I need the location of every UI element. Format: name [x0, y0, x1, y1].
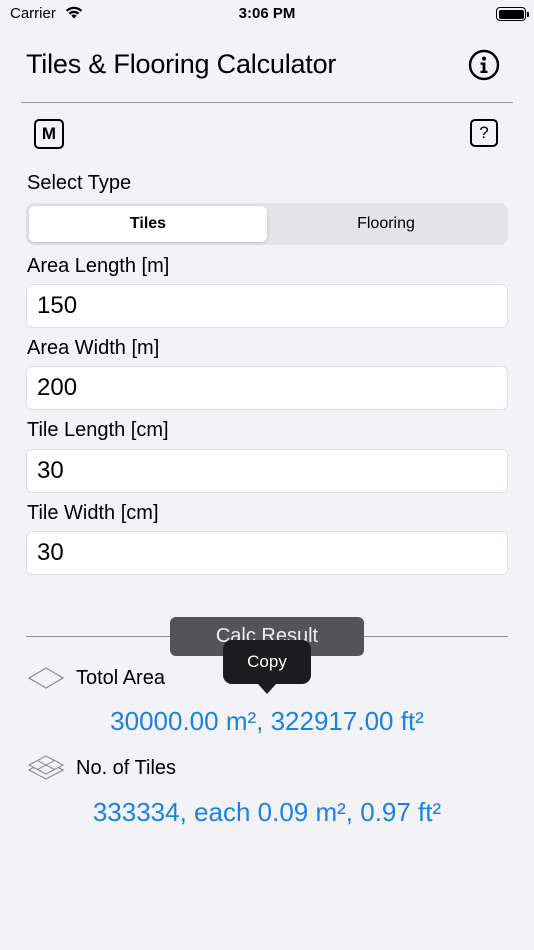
type-segmented-control: Tiles Flooring: [26, 203, 508, 245]
area-width-input[interactable]: 200: [26, 366, 508, 410]
area-length-input[interactable]: 150: [26, 284, 508, 328]
copy-tooltip[interactable]: Copy: [223, 640, 311, 684]
status-bar: Carrier 3:06 PM: [0, 0, 534, 30]
tiles-count-label: No. of Tiles: [76, 757, 177, 779]
tile-width-label: Tile Width [cm]: [27, 502, 159, 524]
segment-flooring[interactable]: Flooring: [267, 206, 505, 242]
area-width-label: Area Width [m]: [27, 337, 160, 359]
area-length-label: Area Length [m]: [27, 255, 170, 277]
header-divider: [21, 102, 513, 103]
tile-width-input[interactable]: 30: [26, 531, 508, 575]
memory-button-label: M: [41, 124, 57, 143]
help-button[interactable]: ?: [470, 119, 498, 147]
copy-tooltip-arrow: [258, 684, 276, 694]
segment-tiles[interactable]: Tiles: [29, 206, 267, 242]
tiles-count-value[interactable]: 333334, each 0.09 m², 0.97 ft²: [0, 797, 534, 828]
total-area-label: Totol Area: [76, 667, 165, 689]
tile-length-label: Tile Length [cm]: [27, 419, 169, 441]
help-button-label: ?: [479, 123, 489, 142]
page-title: Tiles & Flooring Calculator: [26, 49, 337, 79]
area-diamond-icon: [27, 667, 65, 689]
info-icon[interactable]: [468, 49, 500, 81]
select-type-label: Select Type: [27, 172, 132, 194]
memory-button[interactable]: M: [34, 119, 64, 149]
total-area-value[interactable]: 30000.00 m², 322917.00 ft²: [0, 706, 534, 737]
battery-icon: [496, 7, 529, 21]
tile-length-input[interactable]: 30: [26, 449, 508, 493]
clock-time: 3:06 PM: [238, 5, 296, 22]
tiles-grid-icon: [27, 755, 65, 780]
